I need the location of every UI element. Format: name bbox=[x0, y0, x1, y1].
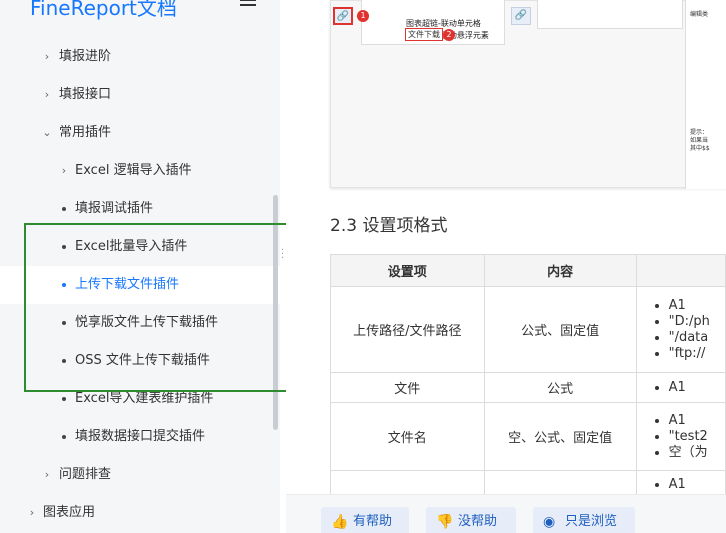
sidebar-item-excel-batch-import[interactable]: Excel批量导入插件 bbox=[0, 228, 280, 266]
screenshot-file-download: 文件下载 bbox=[405, 28, 443, 41]
chevron-right-icon: › bbox=[44, 50, 50, 63]
chevron-right-icon: › bbox=[44, 88, 50, 101]
resize-handle-icon[interactable]: · · · bbox=[281, 246, 285, 264]
sidebar-item-yuexiang-upload-download[interactable]: 悦享版文件上传下载插件 bbox=[0, 304, 280, 342]
sidebar-scrollbar[interactable] bbox=[273, 195, 278, 430]
list-item: "test2 bbox=[669, 429, 725, 445]
bullet-icon bbox=[62, 283, 66, 287]
screenshot-right-panel: 编辑类 提示： 如果当 其中$$ bbox=[685, 0, 726, 189]
chevron-right-icon: › bbox=[44, 468, 50, 481]
sidebar-item-fill-debug[interactable]: 填报调试插件 bbox=[0, 190, 280, 228]
chevron-right-icon: › bbox=[29, 506, 35, 519]
doc-screenshot: 图表超链-联动单元格 图表超链-联动悬浮元素 🔗 1 文件下载 2 🔗 编辑类 … bbox=[330, 0, 726, 189]
bullet-icon bbox=[62, 207, 66, 211]
table-cell: 公式 bbox=[483, 372, 637, 403]
helpful-button[interactable]: 👍 有帮助 bbox=[321, 507, 409, 533]
list-item: A1 bbox=[669, 413, 725, 429]
column-header: 内容 bbox=[483, 254, 637, 287]
sidebar-item-label: 问题排查 bbox=[59, 467, 112, 482]
list-item: 空（为 bbox=[669, 445, 725, 461]
table-cell: A1 "D:/ph "/data "ftp:// bbox=[635, 286, 726, 373]
list-item: "/data bbox=[669, 330, 725, 346]
sidebar-item-fill-api[interactable]: › 填报接口 bbox=[0, 76, 280, 114]
hyperlink-icon: 🔗 bbox=[333, 7, 353, 25]
list-item: A1 bbox=[669, 477, 725, 493]
column-header: 设置项 bbox=[330, 254, 485, 287]
screenshot-right-label: 编辑类 bbox=[690, 11, 709, 18]
screenshot-panel bbox=[537, 0, 683, 29]
table-cell: 上传路径/文件路径 bbox=[330, 286, 485, 373]
sidebar-item-troubleshooting[interactable]: › 问题排查 bbox=[0, 456, 280, 494]
just-browsing-button[interactable]: ◉ 只是浏览 bbox=[533, 507, 635, 533]
main-content: 图表超链-联动单元格 图表超链-联动悬浮元素 🔗 1 文件下载 2 🔗 编辑类 … bbox=[286, 0, 726, 533]
menu-toggle-icon[interactable] bbox=[240, 0, 256, 8]
helpful-label: 有帮助 bbox=[353, 514, 393, 529]
list-item: A1 bbox=[669, 298, 725, 314]
step-badge: 1 bbox=[357, 10, 369, 22]
table-cell: 文件名 bbox=[330, 402, 485, 471]
sidebar-item-fill-data-api-submit[interactable]: 填报数据接口提交插件 bbox=[0, 418, 280, 456]
hyperlink-icon: 🔗 bbox=[511, 7, 531, 25]
bullet-icon bbox=[62, 359, 66, 363]
thumbs-down-icon: 👎 bbox=[436, 514, 454, 530]
sidebar-item-label: Excel批量导入插件 bbox=[75, 239, 188, 254]
sidebar-nav: › 填报进阶 › 填报接口 ⌄ 常用插件 › Excel 逻辑导入插件 填报调试… bbox=[0, 38, 280, 532]
chevron-down-icon: ⌄ bbox=[42, 126, 52, 139]
table-row: 上传路径/文件路径 公式、固定值 A1 "D:/ph "/data "ftp:/… bbox=[330, 286, 726, 373]
sidebar-item-label: 图表应用 bbox=[43, 505, 96, 520]
sidebar-item-upload-download[interactable]: 上传下载文件插件 bbox=[0, 266, 280, 304]
table-cell: 文件 bbox=[330, 372, 485, 403]
tip-line: 提示： bbox=[690, 129, 709, 136]
screenshot-tip: 提示： 如果当 其中$$ bbox=[690, 129, 710, 153]
bullet-icon bbox=[62, 397, 66, 401]
sidebar-item-label: 填报数据接口提交插件 bbox=[75, 429, 206, 444]
tip-line: 其中$$ bbox=[690, 145, 710, 152]
not-helpful-label: 没帮助 bbox=[458, 514, 498, 529]
sidebar-item-label: 悦享版文件上传下载插件 bbox=[75, 315, 219, 330]
feedback-bar: 👍 有帮助 👎 没帮助 ◉ 只是浏览 bbox=[286, 494, 726, 533]
list-item: A1 bbox=[669, 380, 725, 396]
list-item: "ftp:// bbox=[669, 346, 725, 362]
sidebar-item-label: 填报调试插件 bbox=[75, 201, 154, 216]
sidebar-item-label: 填报接口 bbox=[59, 87, 112, 102]
sidebar-item-label: 填报进阶 bbox=[59, 49, 112, 64]
table-row: 文件 公式 A1 bbox=[330, 372, 726, 403]
chevron-right-icon: › bbox=[61, 164, 67, 177]
sidebar-item-label: Excel 逻辑导入插件 bbox=[75, 163, 192, 178]
sidebar-item-oss-upload-download[interactable]: OSS 文件上传下载插件 bbox=[0, 342, 280, 380]
sidebar-item-chart-apps[interactable]: › 图表应用 bbox=[0, 494, 280, 532]
table-cell: A1 bbox=[635, 372, 726, 403]
sidebar-item-excel-table-maintain[interactable]: Excel导入建表维护插件 bbox=[0, 380, 280, 418]
table-row: 文件名 空、公式、固定值 A1 "test2 空（为 bbox=[330, 402, 726, 471]
bullet-icon bbox=[62, 435, 66, 439]
table-cell: A1 "test2 空（为 bbox=[635, 402, 726, 471]
table-header-row: 设置项 内容 bbox=[330, 254, 726, 287]
section-heading: 2.3 设置项格式 bbox=[330, 216, 448, 236]
bullet-icon bbox=[62, 245, 66, 249]
sidebar-item-label: Excel导入建表维护插件 bbox=[75, 391, 214, 406]
bullet-icon bbox=[62, 321, 66, 325]
sidebar-item-fill-advanced[interactable]: › 填报进阶 bbox=[0, 38, 280, 76]
sidebar-item-label: OSS 文件上传下载插件 bbox=[75, 353, 210, 368]
column-header bbox=[635, 254, 726, 287]
sidebar-item-label: 常用插件 bbox=[59, 125, 112, 140]
tip-line: 如果当 bbox=[690, 137, 709, 144]
eye-icon: ◉ bbox=[543, 514, 556, 530]
not-helpful-button[interactable]: 👎 没帮助 bbox=[426, 507, 516, 533]
list-item: "D:/ph bbox=[669, 314, 725, 330]
step-badge: 2 bbox=[443, 29, 455, 41]
sidebar-item-label: 上传下载文件插件 bbox=[75, 277, 180, 292]
sidebar-item-common-plugins[interactable]: ⌄ 常用插件 bbox=[0, 114, 280, 152]
table-cell: 公式、固定值 bbox=[483, 286, 637, 373]
settings-table: 设置项 内容 上传路径/文件路径 公式、固定值 A1 "D:/ph "/data… bbox=[330, 254, 726, 511]
brand-title[interactable]: FineReport文档 bbox=[30, 0, 177, 21]
sidebar-item-excel-logic-import[interactable]: › Excel 逻辑导入插件 bbox=[0, 152, 280, 190]
just-browsing-label: 只是浏览 bbox=[565, 514, 618, 529]
thumbs-up-icon: 👍 bbox=[331, 514, 349, 530]
sidebar: FineReport文档 › 填报进阶 › 填报接口 ⌄ 常用插件 › Exce… bbox=[0, 0, 280, 533]
table-cell: 空、公式、固定值 bbox=[483, 402, 637, 471]
